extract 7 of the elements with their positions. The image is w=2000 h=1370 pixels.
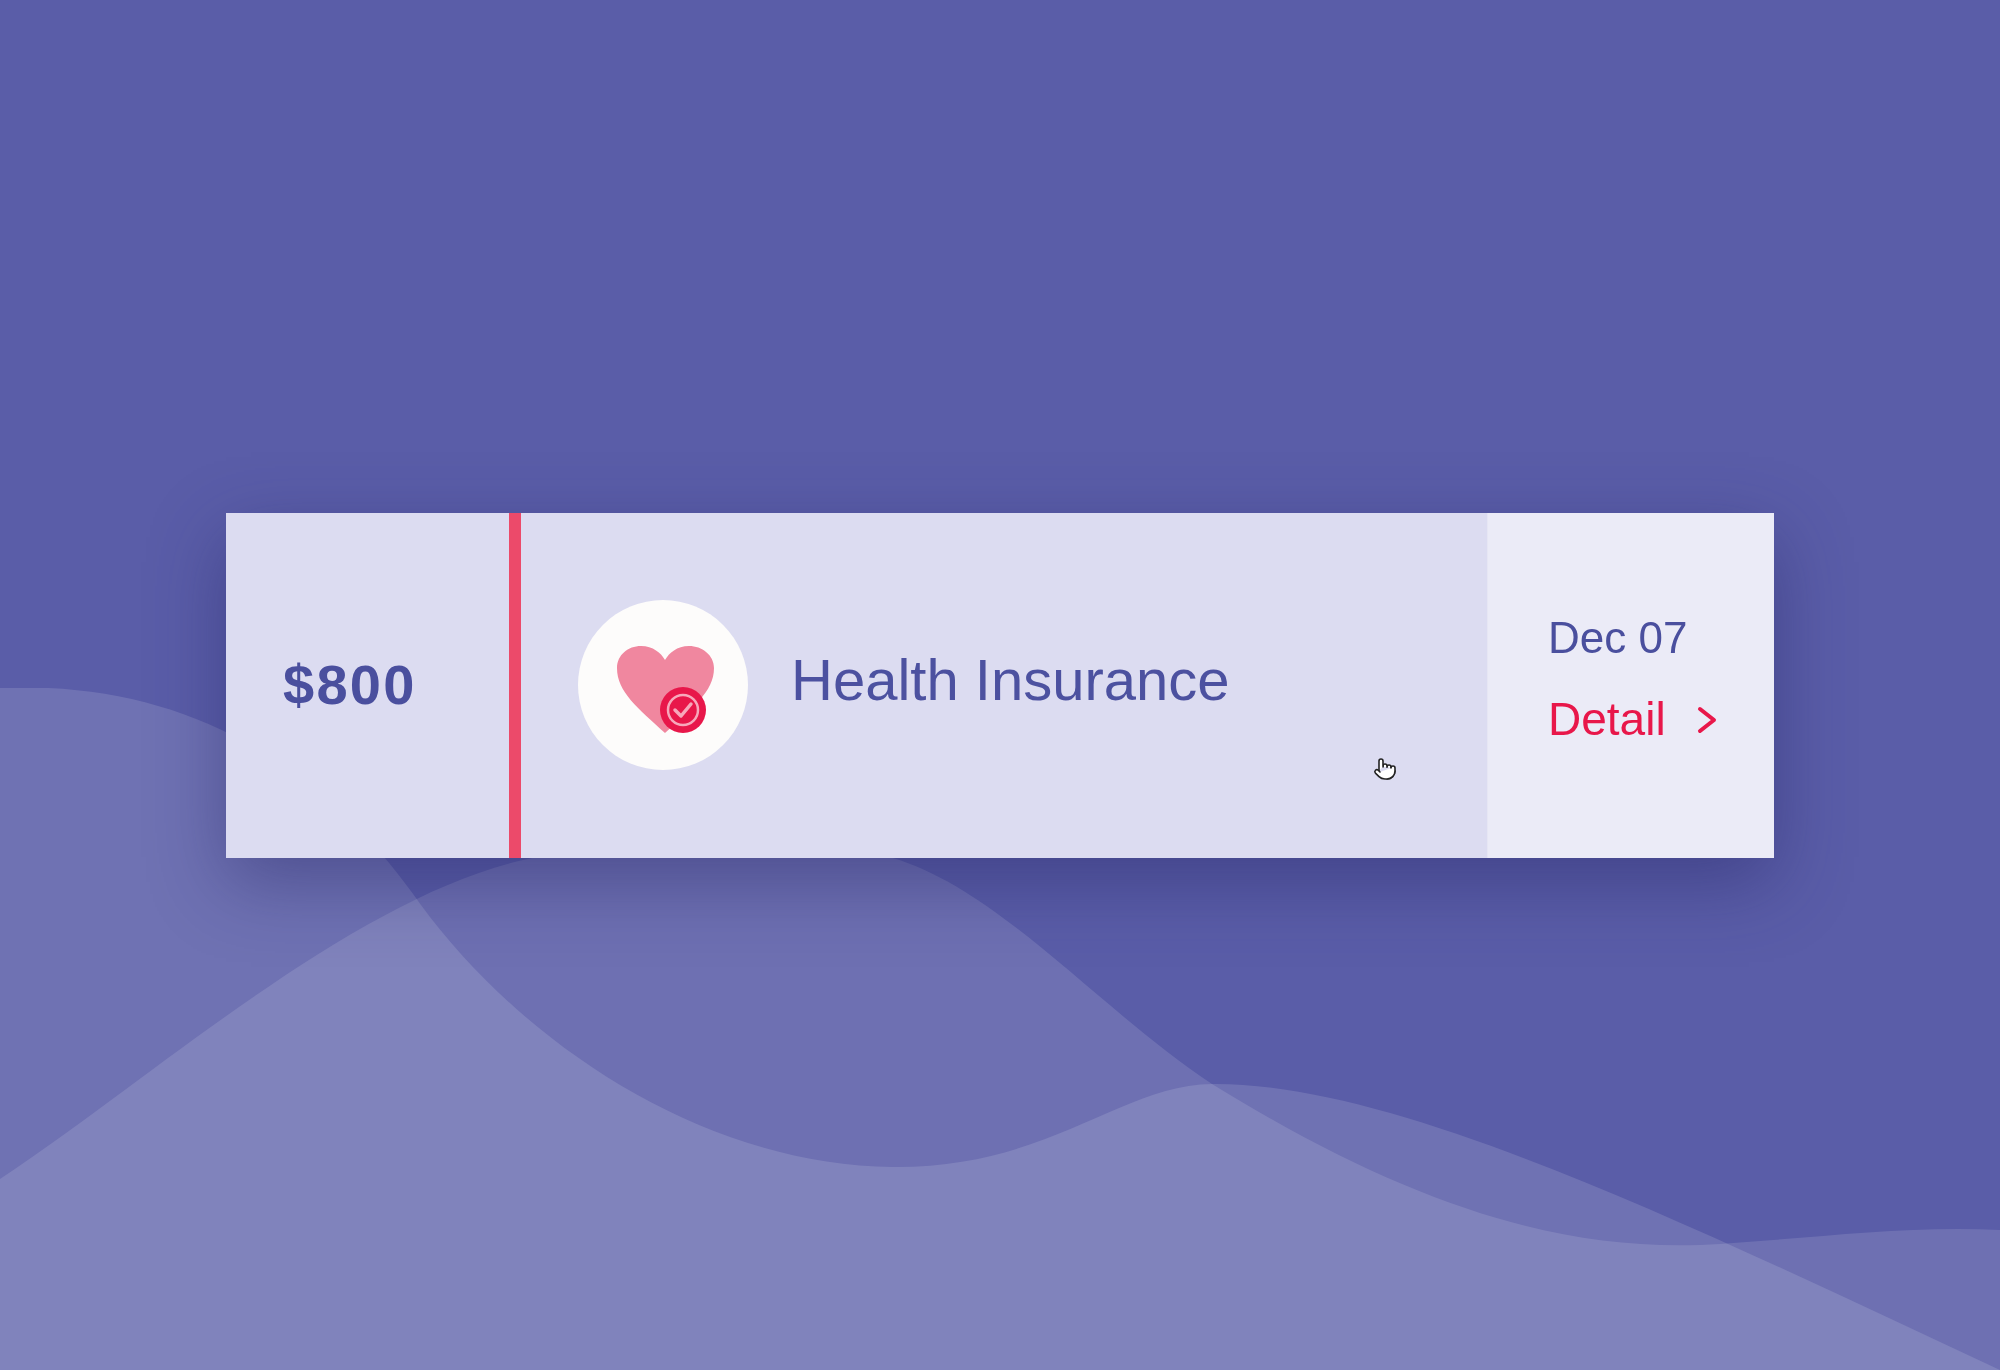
date-text: Dec 07 <box>1548 611 1689 664</box>
amount-text: $800 <box>283 657 417 713</box>
chevron-right-icon <box>1695 704 1718 735</box>
heart-check-icon <box>578 600 748 770</box>
hand-cursor-icon <box>1373 756 1397 781</box>
detail-link[interactable]: Detail <box>1548 690 1718 749</box>
insurance-title: Health Insurance <box>791 645 1230 714</box>
